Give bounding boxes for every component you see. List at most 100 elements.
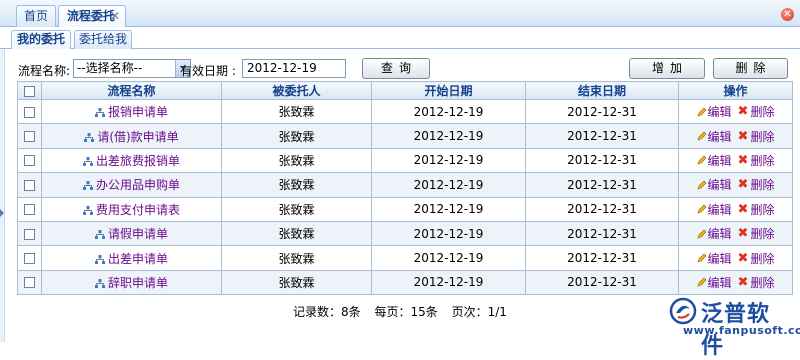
- table-row[interactable]: 辞职申请单 张致霖 2012-12-19 2012-12-31 编辑 ✖ 删除: [17, 269, 793, 296]
- flow-name-link[interactable]: 出差申请单: [108, 252, 168, 266]
- delete-button[interactable]: 删除: [713, 58, 788, 79]
- top-tab-bar: 首页 流程委托 ✕ ✕: [0, 0, 800, 28]
- flow-name-label: 流程名称:: [18, 64, 71, 78]
- table-row[interactable]: 出差旅费报销单 张致霖 2012-12-19 2012-12-31 编辑 ✖ 删除: [17, 147, 793, 174]
- window-close-icon[interactable]: ✕: [781, 8, 794, 21]
- start-date-cell: 2012-12-19: [371, 245, 526, 271]
- actions-cell: 编辑 ✖ 删除: [678, 269, 793, 296]
- table-row[interactable]: 出差申请单 张致霖 2012-12-19 2012-12-31 编辑 ✖ 删除: [17, 245, 793, 271]
- select-all-checkbox[interactable]: [24, 85, 35, 97]
- delete-x-icon: ✖: [737, 250, 749, 266]
- delete-link[interactable]: 删除: [750, 225, 774, 242]
- select-all-cell: [17, 81, 42, 100]
- add-button[interactable]: 增加: [629, 58, 705, 79]
- edit-link[interactable]: 编辑: [708, 103, 732, 120]
- delete-link[interactable]: 删除: [750, 201, 774, 218]
- table-row[interactable]: 费用支付申请表 张致霖 2012-12-19 2012-12-31 编辑 ✖ 删除: [17, 196, 793, 222]
- row-checkbox[interactable]: [24, 228, 35, 240]
- flow-name-cell: 费用支付申请表: [41, 196, 222, 222]
- actions-cell: 编辑 ✖ 删除: [678, 245, 793, 271]
- record-count: 记录数：8条: [293, 305, 361, 319]
- row-select-cell: [17, 245, 42, 271]
- flow-icon: [82, 156, 93, 166]
- delete-link[interactable]: 删除: [750, 274, 774, 291]
- pencil-icon: [697, 156, 706, 165]
- table-row[interactable]: 办公用品申购单 张致霖 2012-12-19 2012-12-31 编辑 ✖ 删除: [17, 172, 793, 198]
- edit-link[interactable]: 编辑: [708, 128, 732, 145]
- tab-my-delegations-label: 我的委托: [16, 32, 65, 46]
- flow-name-cell: 出差旅费报销单: [41, 147, 222, 174]
- delete-x-icon: ✖: [737, 226, 749, 242]
- row-checkbox[interactable]: [24, 277, 35, 289]
- brand-logo-icon: [669, 297, 697, 325]
- edit-link[interactable]: 编辑: [708, 225, 732, 242]
- end-date-cell: 2012-12-31: [525, 147, 679, 174]
- tab-home[interactable]: 首页: [16, 5, 56, 27]
- row-checkbox[interactable]: [24, 155, 35, 167]
- actions-cell: 编辑 ✖ 删除: [678, 196, 793, 222]
- column-header-flow-name[interactable]: 流程名称: [41, 81, 222, 100]
- flow-icon: [82, 181, 93, 191]
- flow-name-link[interactable]: 请(借)款申请单: [97, 130, 178, 144]
- row-checkbox[interactable]: [24, 253, 35, 265]
- delete-link[interactable]: 删除: [750, 103, 774, 120]
- valid-date-input[interactable]: 2012-12-19: [242, 59, 346, 78]
- row-checkbox[interactable]: [24, 131, 35, 143]
- row-checkbox[interactable]: [24, 179, 35, 191]
- tab-my-delegations[interactable]: 我的委托: [11, 30, 71, 49]
- end-date-cell: 2012-12-31: [525, 269, 679, 296]
- actions-cell: 编辑 ✖ 删除: [678, 123, 793, 149]
- flow-name-link[interactable]: 请假申请单: [108, 227, 168, 241]
- edit-link[interactable]: 编辑: [708, 274, 732, 291]
- table-row[interactable]: 报销申请单 张致霖 2012-12-19 2012-12-31 编辑 ✖ 删除: [17, 98, 793, 125]
- start-date-cell: 2012-12-19: [371, 220, 526, 247]
- edit-link[interactable]: 编辑: [708, 250, 732, 267]
- flow-name-link[interactable]: 费用支付申请表: [96, 203, 180, 217]
- end-date-cell: 2012-12-31: [525, 245, 679, 271]
- row-select-cell: [17, 123, 42, 149]
- flow-name-select[interactable]: --选择名称--: [73, 59, 191, 78]
- edit-link[interactable]: 编辑: [708, 176, 732, 193]
- column-header-actions: 操作: [678, 81, 793, 100]
- delete-link[interactable]: 删除: [750, 250, 774, 267]
- flow-icon: [84, 132, 95, 142]
- tab-home-label: 首页: [23, 9, 48, 23]
- delete-x-icon: ✖: [737, 128, 749, 144]
- column-header-delegate[interactable]: 被委托人: [221, 81, 372, 100]
- column-header-start-date[interactable]: 开始日期: [371, 81, 526, 100]
- flow-name-link[interactable]: 办公用品申购单: [96, 178, 180, 192]
- row-select-cell: [17, 147, 42, 174]
- tab-delegated-to-me[interactable]: 委托给我: [74, 30, 132, 49]
- table-row[interactable]: 请(借)款申请单 张致霖 2012-12-19 2012-12-31 编辑 ✖ 删除: [17, 123, 793, 149]
- row-checkbox[interactable]: [24, 204, 35, 216]
- tab-delegated-to-me-label: 委托给我: [78, 32, 127, 46]
- flow-name-link[interactable]: 出差旅费报销单: [96, 154, 180, 168]
- edit-link[interactable]: 编辑: [708, 201, 732, 218]
- start-date-cell: 2012-12-19: [371, 147, 526, 174]
- query-button[interactable]: 查询: [362, 58, 430, 79]
- table-row[interactable]: 请假申请单 张致霖 2012-12-19 2012-12-31 编辑 ✖ 删除: [17, 220, 793, 247]
- flow-name-link[interactable]: 辞职申请单: [108, 276, 168, 290]
- tab-flow-delegation[interactable]: 流程委托 ✕: [58, 5, 126, 28]
- column-header-end-date[interactable]: 结束日期: [525, 81, 679, 100]
- flow-icon: [82, 205, 93, 215]
- tab-close-icon[interactable]: ✕: [110, 6, 120, 26]
- delegate-cell: 张致霖: [221, 147, 372, 174]
- delete-link[interactable]: 删除: [750, 152, 774, 169]
- pencil-icon: [697, 229, 706, 239]
- actions-cell: 编辑 ✖ 删除: [678, 220, 793, 247]
- flow-name-cell: 请假申请单: [41, 220, 222, 247]
- sidebar-collapse-handle[interactable]: [0, 49, 5, 342]
- delegate-cell: 张致霖: [221, 269, 372, 296]
- delegate-cell: 张致霖: [221, 172, 372, 198]
- edit-link[interactable]: 编辑: [708, 152, 732, 169]
- delete-link[interactable]: 删除: [750, 128, 774, 145]
- delete-link[interactable]: 删除: [750, 176, 774, 193]
- brand-url: www.fanpusoft.com: [683, 324, 800, 337]
- row-checkbox[interactable]: [24, 106, 35, 118]
- table-header-row: 流程名称 被委托人 开始日期 结束日期 操作: [17, 81, 793, 100]
- flow-name-select-value: --选择名称--: [77, 61, 143, 75]
- delegation-table: 流程名称 被委托人 开始日期 结束日期 操作 报销申请单 张致霖 2012-12-1…: [17, 81, 793, 296]
- flow-name-link[interactable]: 报销申请单: [108, 105, 168, 119]
- end-date-cell: 2012-12-31: [525, 220, 679, 247]
